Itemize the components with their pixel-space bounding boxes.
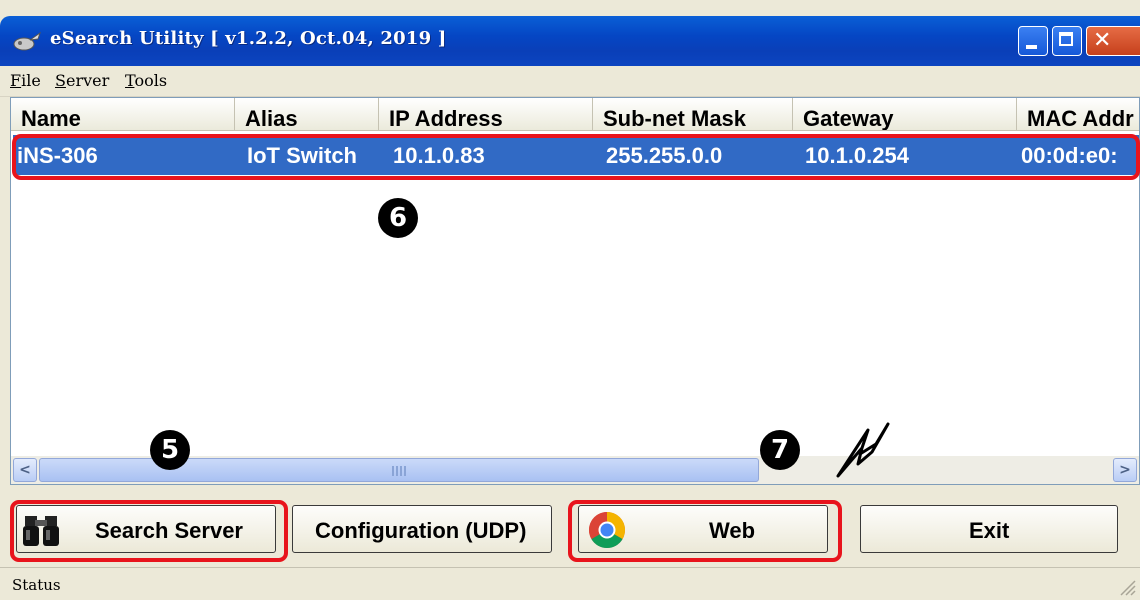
web-button[interactable]: Web <box>578 505 828 553</box>
configuration-udp-label: Configuration (UDP) <box>315 518 527 543</box>
callout-7: 7 <box>760 430 800 470</box>
cell-mac: 00:0d:e0: <box>1021 143 1118 168</box>
cell-gateway: 10.1.0.254 <box>805 143 909 168</box>
column-header-gateway[interactable]: Gateway <box>793 98 1017 130</box>
web-label: Web <box>709 518 756 543</box>
column-header-mac[interactable]: MAC Addr <box>1017 98 1139 130</box>
cell-mask: 255.255.0.0 <box>606 143 723 168</box>
menu-server[interactable]: Server <box>55 71 109 90</box>
status-bar: Status <box>0 567 1140 600</box>
column-header-ip[interactable]: IP Address <box>379 98 593 130</box>
binoculars-icon <box>23 516 59 546</box>
title-bar[interactable]: eSearch Utility [ v1.2.2, Oct.04, 2019 ]… <box>0 16 1140 66</box>
resize-grip-icon[interactable] <box>1118 578 1136 596</box>
search-server-button[interactable]: Search Server <box>16 505 276 553</box>
menu-tools[interactable]: Tools <box>125 71 167 90</box>
exit-button[interactable]: Exit <box>860 505 1118 553</box>
maximize-button[interactable] <box>1052 26 1082 56</box>
app-window: eSearch Utility [ v1.2.2, Oct.04, 2019 ]… <box>0 0 1140 600</box>
search-server-label: Search Server <box>95 518 243 543</box>
app-icon <box>13 31 41 51</box>
callout-5: 5 <box>150 430 190 470</box>
column-header-alias[interactable]: Alias <box>235 98 379 130</box>
server-list[interactable]: Name Alias IP Address Sub-net Mask Gatew… <box>10 97 1140 485</box>
cell-name: iNS-306 <box>17 143 98 168</box>
cell-alias: IoT Switch <box>247 143 357 168</box>
menu-bar: File Server Tools <box>0 66 1140 97</box>
callout-6: 6 <box>378 198 418 238</box>
configuration-udp-button[interactable]: Configuration (UDP) <box>292 505 552 553</box>
table-row[interactable]: iNS-306 IoT Switch 10.1.0.83 255.255.0.0… <box>13 135 1139 175</box>
column-header-mask[interactable]: Sub-net Mask <box>593 98 793 130</box>
exit-label: Exit <box>969 518 1010 543</box>
cell-ip: 10.1.0.83 <box>393 143 485 168</box>
minimize-button[interactable] <box>1018 26 1048 56</box>
grip-icon <box>392 466 406 476</box>
scroll-thumb[interactable] <box>39 458 759 482</box>
menu-file[interactable]: File <box>10 71 41 90</box>
status-text: Status <box>12 576 61 594</box>
cursor-arrow-icon <box>836 422 890 478</box>
close-icon: ✕ <box>1093 28 1112 53</box>
chrome-icon <box>588 512 626 549</box>
list-header: Name Alias IP Address Sub-net Mask Gatew… <box>11 98 1139 131</box>
scroll-right-button[interactable]: > <box>1113 458 1137 482</box>
column-header-name[interactable]: Name <box>11 98 235 130</box>
scroll-left-button[interactable]: < <box>13 458 37 482</box>
close-button[interactable]: ✕ <box>1086 26 1140 56</box>
window-title: eSearch Utility [ v1.2.2, Oct.04, 2019 ] <box>50 28 447 49</box>
